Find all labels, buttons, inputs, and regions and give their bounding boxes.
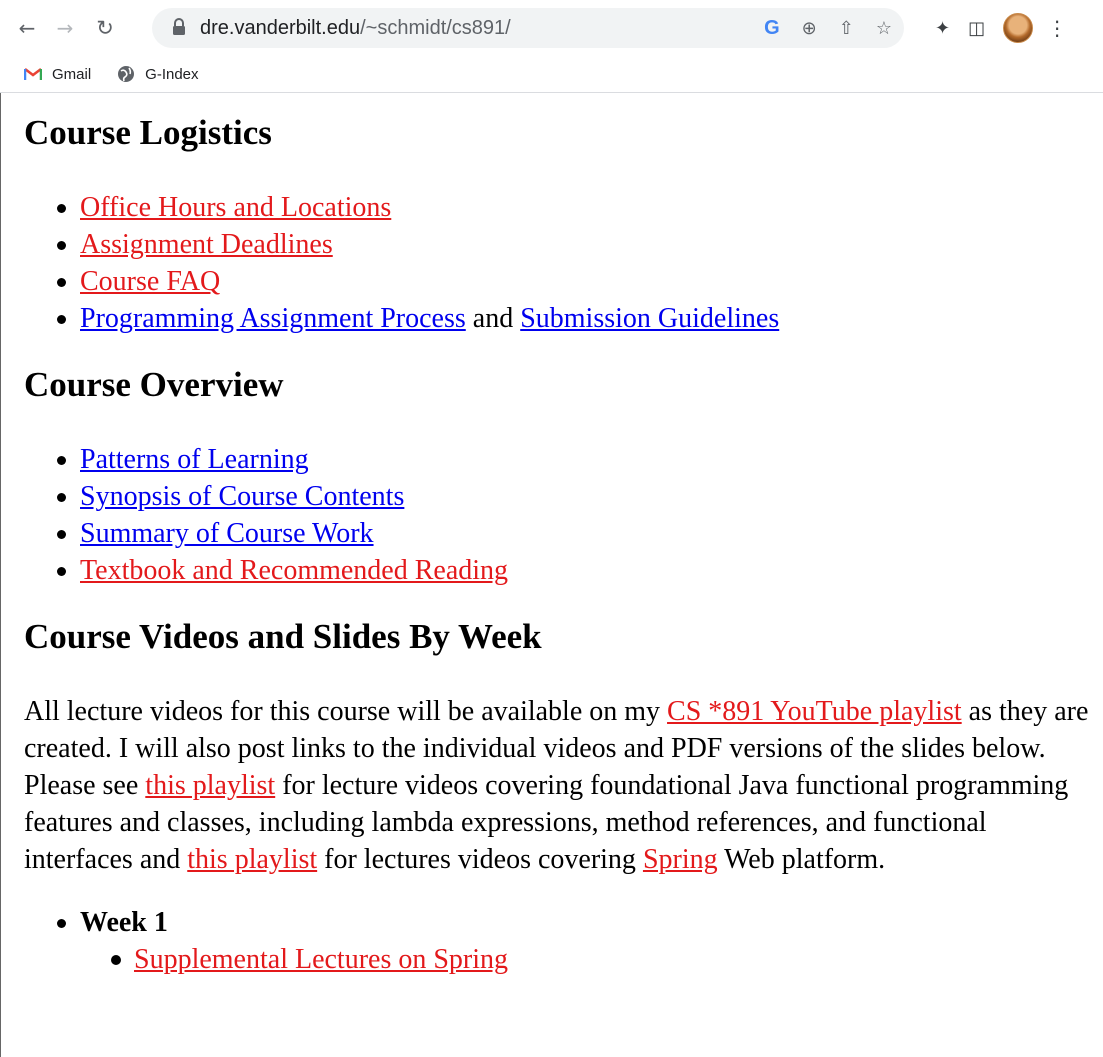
avatar[interactable] — [1003, 13, 1034, 43]
bookmark-g-index[interactable]: G-Index — [117, 65, 199, 83]
list-item: Programming Assignment Process and Submi… — [57, 300, 1103, 337]
gmail-icon — [24, 68, 42, 80]
intro-text: All lecture videos for this course will … — [24, 696, 668, 727]
link-textbook-reading[interactable]: Textbook and Recommended Reading — [80, 555, 508, 586]
videos-intro-paragraph: All lecture videos for this course will … — [24, 693, 1099, 878]
intro-text: for lectures videos covering — [317, 844, 643, 875]
section-title-logistics: Course Logistics — [24, 113, 272, 152]
link-youtube-playlist[interactable]: CS *891 YouTube playlist — [667, 696, 962, 727]
bookmark-label: G-Index — [145, 65, 199, 83]
logistics-list: Office Hours and Locations Assignment De… — [24, 189, 1103, 337]
link-programming-assignment-process[interactable]: Programming Assignment Process — [80, 303, 466, 334]
week-item: Week 1 Supplemental Lectures on Spring — [57, 904, 1103, 978]
link-assignment-deadlines[interactable]: Assignment Deadlines — [80, 229, 333, 260]
link-submission-guidelines[interactable]: Submission Guidelines — [520, 303, 779, 334]
list-item: Course FAQ — [57, 263, 1103, 300]
link-summary-course-work[interactable]: Summary of Course Work — [80, 518, 374, 549]
list-item: Assignment Deadlines — [57, 226, 1103, 263]
share-icon[interactable]: ⇧ — [839, 18, 854, 39]
list-item: Patterns of Learning — [57, 441, 1103, 478]
link-supplemental-lectures-spring[interactable]: Supplemental Lectures on Spring — [134, 944, 508, 975]
page-content: Course Logistics Office Hours and Locati… — [0, 111, 1103, 978]
overview-list: Patterns of Learning Synopsis of Course … — [24, 441, 1103, 589]
browser-toolbar: ← → ↻ dre.vanderbilt.edu/~schmidt/cs891/… — [0, 0, 1103, 56]
list-item: Supplemental Lectures on Spring — [111, 941, 1103, 978]
url-text[interactable]: dre.vanderbilt.edu/~schmidt/cs891/ — [200, 17, 511, 40]
zoom-icon[interactable]: ⊕ — [802, 18, 817, 39]
globe-icon — [118, 66, 135, 82]
weeks-list: Week 1 Supplemental Lectures on Spring — [24, 904, 1103, 978]
section-title-overview: Course Overview — [24, 365, 284, 404]
list-item: Summary of Course Work — [57, 515, 1103, 552]
sidepanel-icon[interactable]: ◫ — [968, 18, 985, 39]
reload-icon[interactable]: ↻ — [88, 11, 122, 45]
back-icon[interactable]: ← — [10, 11, 44, 45]
bookmarks-bar: Gmail G-Index — [0, 56, 1103, 92]
list-item: Textbook and Recommended Reading — [57, 552, 1103, 589]
toolbar-actions: ✦ ◫ ⋮ — [935, 0, 1067, 56]
intro-text: Web platform. — [717, 844, 886, 875]
link-java-playlist[interactable]: this playlist — [145, 770, 275, 801]
week-label: Week 1 — [80, 907, 168, 938]
link-office-hours[interactable]: Office Hours and Locations — [80, 192, 391, 223]
url-host: dre.vanderbilt.edu — [200, 16, 361, 39]
address-bar[interactable]: dre.vanderbilt.edu/~schmidt/cs891/ G ⊕ ⇧… — [152, 8, 904, 48]
browser-chrome: ← → ↻ dre.vanderbilt.edu/~schmidt/cs891/… — [0, 0, 1103, 93]
extensions-icon[interactable]: ✦ — [935, 18, 950, 39]
bookmark-gmail[interactable]: Gmail — [24, 66, 91, 83]
star-icon[interactable]: ☆ — [876, 18, 892, 39]
google-icon[interactable]: G — [764, 17, 780, 40]
joiner-text: and — [472, 303, 514, 334]
link-spring-playlist[interactable]: this playlist — [187, 844, 317, 875]
url-path: /~schmidt/cs891/ — [360, 16, 511, 39]
lock-icon[interactable] — [172, 18, 190, 38]
omnibox-icons: G ⊕ ⇧ ☆ — [764, 8, 892, 48]
section-title-videos: Course Videos and Slides By Week — [24, 617, 542, 656]
link-patterns-of-learning[interactable]: Patterns of Learning — [80, 444, 309, 475]
link-course-faq[interactable]: Course FAQ — [80, 266, 220, 297]
week-sublist: Supplemental Lectures on Spring — [80, 941, 1103, 978]
bookmark-label: Gmail — [52, 65, 92, 83]
forward-icon[interactable]: → — [48, 11, 82, 45]
list-item: Synopsis of Course Contents — [57, 478, 1103, 515]
list-item: Office Hours and Locations — [57, 189, 1103, 226]
link-spring[interactable]: Spring — [643, 844, 718, 875]
page-left-border — [0, 93, 1, 1057]
menu-icon[interactable]: ⋮ — [1047, 16, 1067, 40]
link-synopsis[interactable]: Synopsis of Course Contents — [80, 481, 404, 512]
